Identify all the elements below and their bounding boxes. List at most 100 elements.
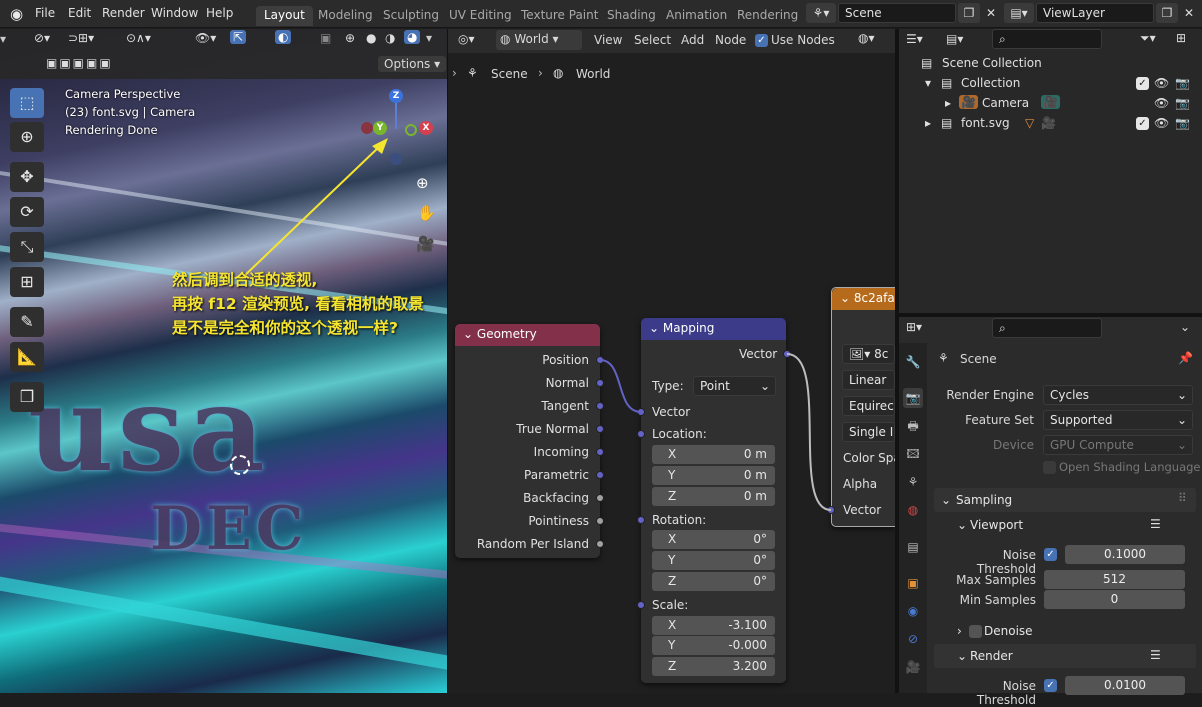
- device-dropdown[interactable]: GPU Compute ⌄: [1043, 435, 1193, 455]
- socket-image-input-vector[interactable]: [827, 506, 835, 514]
- rotation-z-field[interactable]: Z 0°: [652, 572, 775, 591]
- mapping-type-dropdown[interactable]: Point ⌄: [693, 376, 776, 396]
- outliner-row-collection[interactable]: ▾ ▤ Collection ✓ 👁 📷: [899, 74, 1202, 94]
- menu-view[interactable]: View: [594, 33, 622, 47]
- max-samples-field[interactable]: 512: [1044, 570, 1185, 589]
- noise-threshold-checkbox[interactable]: ✓: [1044, 548, 1057, 561]
- scene-tab-icon[interactable]: ⚘: [903, 472, 923, 492]
- viewport-subpanel-label[interactable]: Viewport: [970, 518, 1023, 532]
- eye-icon[interactable]: 👁: [1154, 96, 1169, 110]
- min-samples-field[interactable]: 0: [1044, 590, 1185, 609]
- world-dropdown[interactable]: ◍ World ▾: [496, 30, 582, 50]
- menu-node[interactable]: Node: [715, 33, 746, 47]
- menu-add[interactable]: Add: [681, 33, 704, 47]
- scale-z-field[interactable]: Z 3.200: [652, 657, 775, 676]
- new-scene-icon[interactable]: ❐: [958, 3, 980, 23]
- socket-scale[interactable]: [637, 601, 645, 609]
- socket-random-per-island[interactable]: [596, 540, 604, 548]
- world-tab-icon[interactable]: ◍: [903, 500, 923, 520]
- extension-dropdown[interactable]: Single Im: [842, 422, 895, 442]
- camera-render-icon[interactable]: 📷: [1175, 96, 1190, 110]
- exclude-checkbox[interactable]: ✓: [1136, 117, 1149, 130]
- presets-list-icon[interactable]: ☰: [1150, 648, 1161, 662]
- viewport-noise-threshold-field[interactable]: 0.1000: [1065, 545, 1185, 564]
- socket-normal[interactable]: [596, 379, 604, 387]
- physics-tab-icon[interactable]: ◉: [903, 601, 923, 621]
- expand-arrow-icon[interactable]: ▸: [925, 116, 931, 130]
- scale-x-field[interactable]: X -3.100: [652, 616, 775, 635]
- outliner-search-input[interactable]: ⌕: [992, 29, 1102, 49]
- socket-position[interactable]: [596, 356, 604, 364]
- outliner-row-font-svg[interactable]: ▸ ▤ font.svg ▽ 🎥 ✓ 👁 📷: [899, 114, 1202, 134]
- object-data-tab-icon[interactable]: 🎥: [903, 657, 923, 677]
- denoise-checkbox[interactable]: [969, 625, 982, 638]
- mapping-node-header[interactable]: ⌄ Mapping: [641, 318, 786, 340]
- new-collection-icon[interactable]: ⊞: [1176, 31, 1186, 45]
- socket-parametric[interactable]: [596, 471, 604, 479]
- world-browse-icon[interactable]: ◍▾: [858, 31, 875, 45]
- location-z-field[interactable]: Z 0 m: [652, 487, 775, 506]
- drag-handle-icon[interactable]: ⠿: [1178, 491, 1187, 505]
- new-viewlayer-icon[interactable]: ❐: [1156, 3, 1178, 23]
- image-browse-field[interactable]: 🖼▾ 8c: [842, 344, 895, 364]
- render-engine-dropdown[interactable]: Cycles ⌄: [1043, 385, 1193, 405]
- scale-y-field[interactable]: Y -0.000: [652, 636, 775, 655]
- socket-rotation[interactable]: [637, 516, 645, 524]
- pin-icon[interactable]: 📌: [1178, 351, 1193, 365]
- properties-editor-type-icon[interactable]: ⊞▾: [906, 320, 922, 334]
- osl-checkbox[interactable]: [1043, 461, 1056, 474]
- remove-scene-icon[interactable]: ✕: [980, 3, 1002, 23]
- scene-name-field[interactable]: Scene: [838, 3, 956, 23]
- eye-icon[interactable]: 👁: [1154, 116, 1169, 130]
- viewlayer-name-field[interactable]: ViewLayer: [1036, 3, 1154, 23]
- presets-list-icon[interactable]: ☰: [1150, 517, 1161, 531]
- collapse-icon[interactable]: ⌄: [840, 291, 850, 305]
- socket-mapping-output-vector[interactable]: [783, 350, 791, 358]
- feature-set-dropdown[interactable]: Supported ⌄: [1043, 410, 1193, 430]
- socket-true-normal[interactable]: [596, 425, 604, 433]
- tab-rendering[interactable]: Rendering: [729, 6, 806, 26]
- socket-mapping-input-vector[interactable]: [637, 408, 645, 416]
- object-tab-icon[interactable]: ▣: [903, 573, 923, 593]
- socket-incoming[interactable]: [596, 448, 604, 456]
- tab-shading[interactable]: Shading: [599, 6, 664, 26]
- scene-selector-icon[interactable]: ⚘▾: [806, 3, 836, 23]
- camera-render-icon[interactable]: 📷: [1175, 76, 1190, 90]
- location-y-field[interactable]: Y 0 m: [652, 466, 775, 485]
- editor-type-icon[interactable]: ◎▾: [458, 32, 475, 46]
- tool-tab-icon[interactable]: 🔧: [903, 352, 923, 372]
- collection-tab-icon[interactable]: ▤: [903, 537, 923, 557]
- tab-animation[interactable]: Animation: [658, 6, 735, 26]
- image-node-header[interactable]: ⌄ 8c2afa: [832, 288, 895, 310]
- properties-search-input[interactable]: ⌕: [992, 318, 1102, 338]
- tab-texture-paint[interactable]: Texture Paint: [513, 6, 606, 26]
- socket-tangent[interactable]: [596, 402, 604, 410]
- denoise-subpanel-label[interactable]: Denoise: [984, 624, 1033, 638]
- expand-arrow-icon[interactable]: ▾: [925, 76, 931, 90]
- socket-pointiness[interactable]: [596, 517, 604, 525]
- exclude-checkbox[interactable]: ✓: [1136, 77, 1149, 90]
- render-noise-threshold-checkbox[interactable]: ✓: [1044, 679, 1057, 692]
- camera-render-icon[interactable]: 📷: [1175, 116, 1190, 130]
- geometry-node-header[interactable]: ⌄ Geometry: [455, 324, 600, 346]
- render-noise-threshold-field[interactable]: 0.0100: [1065, 676, 1185, 695]
- menu-select[interactable]: Select: [634, 33, 671, 47]
- rotation-y-field[interactable]: Y 0°: [652, 551, 775, 570]
- filter-icon[interactable]: ⏷▾: [1140, 31, 1156, 46]
- outliner-row-camera[interactable]: ▸ 🎥 Camera 🎥 👁 📷: [899, 94, 1202, 114]
- socket-location[interactable]: [637, 430, 645, 438]
- interpolation-dropdown[interactable]: Linear: [842, 370, 895, 390]
- remove-viewlayer-icon[interactable]: ✕: [1178, 3, 1200, 23]
- socket-backfacing[interactable]: [596, 494, 604, 502]
- collapse-icon[interactable]: ⌄: [649, 321, 659, 335]
- view-layer-tab-icon[interactable]: 🖾: [903, 444, 923, 464]
- constraints-tab-icon[interactable]: ⊘: [903, 629, 923, 649]
- rotation-x-field[interactable]: X 0°: [652, 530, 775, 549]
- outliner-display-mode-icon[interactable]: ▤▾: [946, 32, 963, 46]
- outliner-editor-type-icon[interactable]: ☰▾: [906, 32, 923, 46]
- render-tab-icon[interactable]: 📷: [903, 388, 923, 408]
- output-tab-icon[interactable]: 🖶: [903, 416, 923, 436]
- chevron-down-icon[interactable]: ⌄: [1180, 320, 1190, 334]
- tab-uv-editing[interactable]: UV Editing: [441, 6, 520, 26]
- collapse-icon[interactable]: ⌄: [463, 327, 473, 341]
